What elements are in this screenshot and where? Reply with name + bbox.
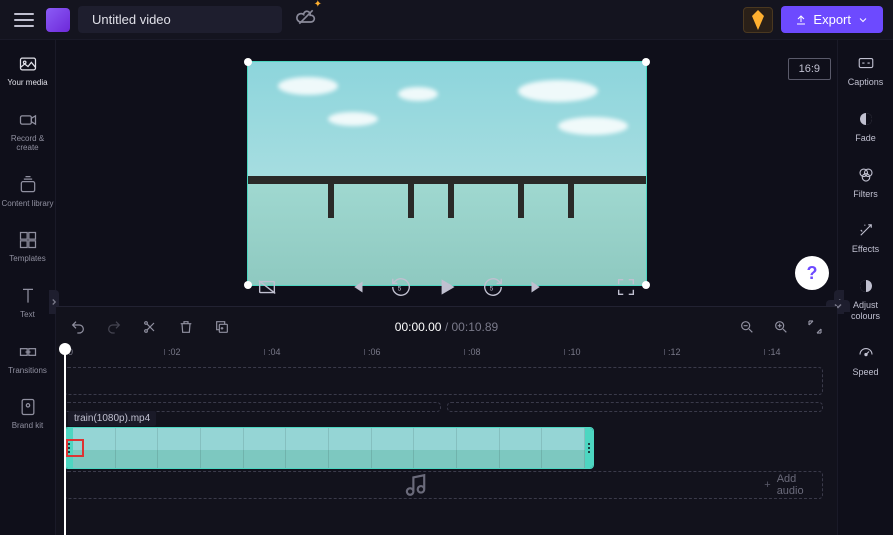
- music-icon: [75, 472, 758, 498]
- svg-text:5: 5: [397, 286, 401, 293]
- resize-handle-tl[interactable]: [244, 58, 252, 66]
- sidebar-speed[interactable]: Speed: [838, 344, 893, 378]
- captions-icon: [857, 54, 875, 72]
- templates-icon: [18, 230, 38, 250]
- sidebar-your-media[interactable]: Your media: [0, 52, 55, 90]
- app-logo: [46, 8, 70, 32]
- empty-track[interactable]: [64, 367, 823, 395]
- sidebar-templates[interactable]: Templates: [0, 228, 55, 266]
- timeline: 00:00.00 / 00:10.89 0 :02 :04 :06 :08 :1…: [56, 306, 837, 535]
- library-icon: [18, 175, 38, 195]
- duplicate-button[interactable]: [214, 319, 230, 335]
- sidebar-text[interactable]: Text: [0, 284, 55, 322]
- sidebar-content-library[interactable]: Content library: [0, 173, 55, 211]
- help-button[interactable]: ?: [795, 256, 829, 290]
- cloud-sync-icon[interactable]: ✦: [296, 7, 316, 32]
- clip-trim-right[interactable]: [585, 428, 593, 468]
- speed-icon: [857, 344, 875, 362]
- playhead[interactable]: [64, 347, 66, 535]
- camera-icon: [18, 110, 38, 130]
- sidebar-filters[interactable]: Filters: [838, 166, 893, 200]
- spacer-track: [64, 401, 823, 413]
- effects-icon: [857, 221, 875, 239]
- sidebar-effects[interactable]: Effects: [838, 221, 893, 255]
- play-button[interactable]: [434, 274, 460, 300]
- redo-button[interactable]: [106, 319, 122, 335]
- export-label: Export: [813, 12, 851, 27]
- sidebar-brand-kit[interactable]: Brand kit: [0, 395, 55, 433]
- safe-zone-toggle[interactable]: [256, 276, 278, 298]
- playback-controls: 5 5: [56, 274, 837, 300]
- preview-area: 5 5: [56, 40, 837, 306]
- filters-icon: [857, 166, 875, 184]
- forward-button[interactable]: 5: [482, 276, 504, 298]
- skip-end-button[interactable]: [526, 276, 548, 298]
- delete-button[interactable]: [178, 319, 194, 335]
- left-sidebar: Your media Record & create Content libra…: [0, 40, 56, 535]
- rewind-button[interactable]: 5: [390, 276, 412, 298]
- right-sidebar: Captions Fade Filters Effects Adjust col…: [837, 40, 893, 535]
- sidebar-captions[interactable]: Captions: [838, 54, 893, 88]
- clip-filename-label: train(1080p).mp4: [68, 411, 156, 426]
- adjust-colours-icon: [857, 277, 875, 295]
- preview-canvas[interactable]: [247, 61, 647, 286]
- zoom-in-button[interactable]: [773, 319, 789, 335]
- fit-timeline-button[interactable]: [807, 319, 823, 335]
- text-icon: [18, 286, 38, 306]
- sidebar-transitions[interactable]: Transitions: [0, 340, 55, 378]
- skip-start-button[interactable]: [346, 276, 368, 298]
- sidebar-fade[interactable]: Fade: [838, 110, 893, 144]
- transitions-icon: [18, 342, 38, 362]
- aspect-ratio-selector[interactable]: 16:9: [788, 58, 831, 80]
- video-clip[interactable]: [64, 427, 594, 469]
- highlight-marker: [66, 439, 84, 457]
- audio-track-label: Add audio: [777, 473, 822, 497]
- svg-text:5: 5: [489, 286, 493, 293]
- export-button[interactable]: Export: [781, 6, 883, 33]
- fullscreen-button[interactable]: [615, 276, 637, 298]
- media-icon: [18, 54, 38, 74]
- menu-button[interactable]: [10, 6, 38, 34]
- undo-button[interactable]: [70, 319, 86, 335]
- timeline-toolbar: 00:00.00 / 00:10.89: [56, 307, 837, 347]
- split-button[interactable]: [142, 319, 158, 335]
- header: ✦ Export: [0, 0, 893, 40]
- time-display: 00:00.00 / 00:10.89: [395, 320, 498, 334]
- premium-button[interactable]: [743, 7, 773, 33]
- project-title-input[interactable]: [78, 6, 282, 33]
- sidebar-record-create[interactable]: Record & create: [0, 108, 55, 155]
- brand-icon: [18, 397, 38, 417]
- fade-icon: [857, 110, 875, 128]
- audio-track[interactable]: + Add audio: [64, 471, 823, 499]
- zoom-out-button[interactable]: [739, 319, 755, 335]
- resize-handle-tr[interactable]: [642, 58, 650, 66]
- timeline-ruler[interactable]: 0 :02 :04 :06 :08 :10 :12 :14: [64, 347, 837, 367]
